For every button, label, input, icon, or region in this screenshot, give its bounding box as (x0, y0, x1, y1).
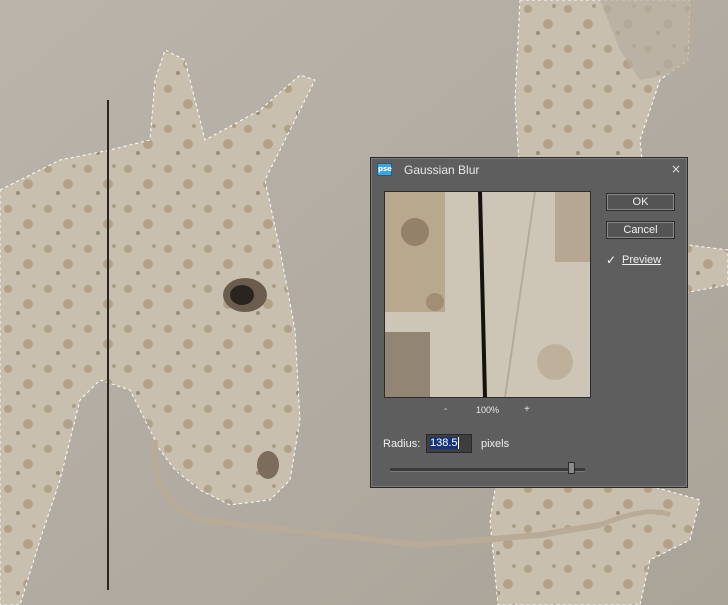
dialog-title: Gaussian Blur (404, 163, 480, 177)
dialog-titlebar[interactable]: pse Gaussian Blur × (371, 158, 687, 182)
slider-thumb[interactable] (568, 462, 575, 474)
preview-pane[interactable] (384, 191, 591, 398)
radius-slider[interactable] (390, 468, 585, 472)
app-icon: pse (377, 163, 392, 176)
ok-button[interactable]: OK (606, 193, 675, 211)
radius-value: 138.5 (430, 437, 458, 449)
preview-image (385, 192, 590, 397)
text-caret (457, 437, 459, 450)
radius-input[interactable]: 138.5 (426, 434, 472, 453)
zoom-out-button[interactable]: - (444, 404, 447, 415)
preview-label: Preview (622, 254, 662, 266)
zoom-in-button[interactable]: + (524, 404, 530, 415)
zoom-controls: - 100% + (384, 404, 591, 418)
cancel-button[interactable]: Cancel (606, 221, 675, 239)
radius-label: Radius: (383, 438, 421, 450)
checkmark-icon[interactable]: ✓ (606, 254, 619, 267)
zoom-level: 100% (476, 405, 500, 415)
gaussian-blur-dialog: pse Gaussian Blur × - 100% + OK Cancel ✓… (370, 157, 688, 488)
close-icon[interactable]: × (671, 162, 681, 176)
radius-unit: pixels (481, 438, 510, 450)
